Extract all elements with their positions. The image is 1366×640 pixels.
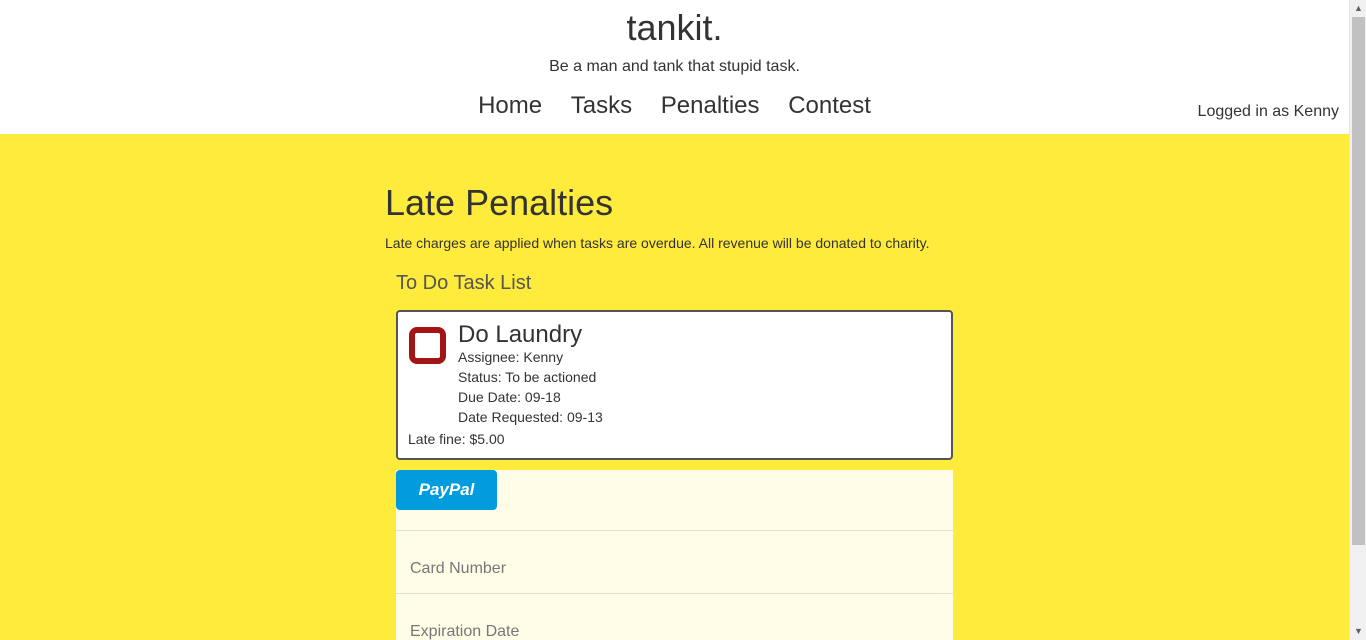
section-title: To Do Task List bbox=[396, 272, 532, 294]
expiration-date-input[interactable] bbox=[396, 604, 953, 640]
task-due-date: Due Date: 09-18 bbox=[458, 389, 561, 405]
nav-home[interactable]: Home bbox=[478, 92, 542, 119]
card-number-input[interactable] bbox=[396, 541, 953, 597]
scrollbar-thumb[interactable] bbox=[1352, 17, 1365, 545]
page-description: Late charges are applied when tasks are … bbox=[385, 235, 930, 251]
task-assignee: Assignee: Kenny bbox=[458, 349, 564, 365]
login-status: Logged in as Kenny bbox=[1197, 103, 1339, 120]
nav-penalties[interactable]: Penalties bbox=[661, 92, 760, 119]
task-checkbox[interactable] bbox=[409, 327, 446, 364]
divider bbox=[396, 530, 953, 531]
scroll-up-arrow-icon[interactable]: ▲ bbox=[1350, 0, 1366, 17]
payment-panel: PayPal bbox=[396, 470, 953, 640]
task-title: Do Laundry bbox=[458, 321, 583, 348]
tagline: Be a man and tank that stupid task. bbox=[549, 58, 800, 75]
task-card: Do Laundry Assignee: Kenny Status: To be… bbox=[396, 310, 953, 460]
vertical-scrollbar[interactable]: ▲ ▼ bbox=[1349, 0, 1366, 640]
task-late-fine: Late fine: $5.00 bbox=[408, 431, 505, 447]
task-status: Status: To be actioned bbox=[458, 369, 597, 385]
page-title: Late Penalties bbox=[385, 182, 614, 223]
task-date-requested: Date Requested: 09-13 bbox=[458, 409, 603, 425]
brand-title: tankit. bbox=[626, 7, 723, 48]
divider bbox=[396, 593, 953, 594]
paypal-button[interactable]: PayPal bbox=[396, 470, 497, 510]
main-nav: Home Tasks Penalties Contest bbox=[0, 92, 1349, 120]
nav-contest[interactable]: Contest bbox=[788, 92, 871, 119]
nav-tasks[interactable]: Tasks bbox=[571, 92, 632, 119]
site-header: tankit. Be a man and tank that stupid ta… bbox=[0, 0, 1349, 134]
scroll-down-arrow-icon[interactable]: ▼ bbox=[1350, 623, 1366, 640]
